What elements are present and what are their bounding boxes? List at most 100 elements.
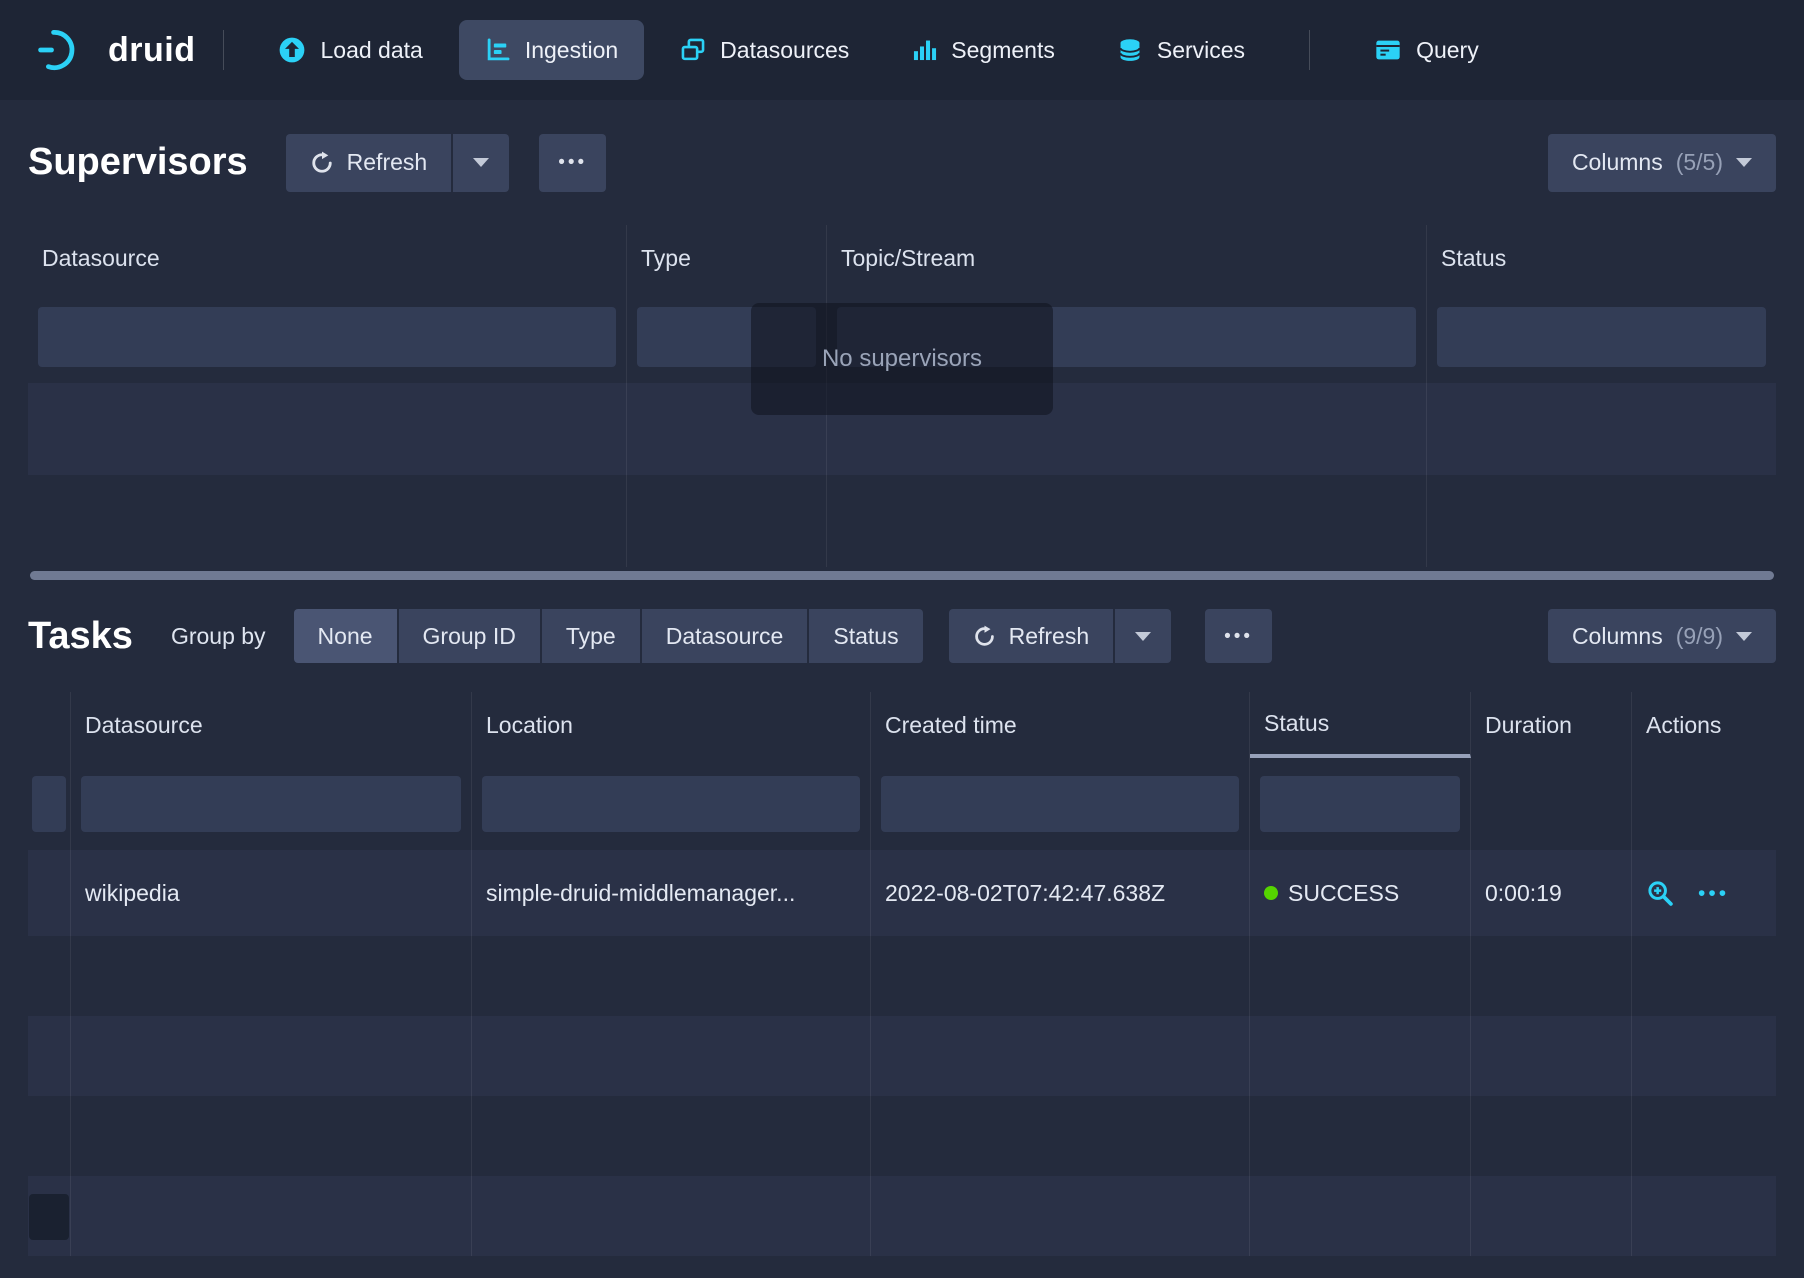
tasks-refresh-caret-button[interactable] [1115, 609, 1171, 663]
supervisors-status-filter-input[interactable] [1437, 307, 1766, 367]
empty-cell [871, 1096, 1250, 1176]
tasks-narrow-filter-input[interactable] [32, 776, 66, 832]
filter-cell [1250, 758, 1471, 850]
empty-cell [1632, 936, 1776, 1016]
main-navigation: Load data Ingestion Datasources [252, 20, 1504, 80]
tasks-columns-button[interactable]: Columns (9/9) [1548, 609, 1776, 663]
chevron-down-icon [1736, 632, 1752, 641]
empty-cell [871, 1016, 1250, 1096]
tasks-table: Datasource Location Created time Status … [28, 692, 1776, 1256]
horizontal-resize-scrollbar[interactable] [30, 571, 1774, 580]
no-supervisors-message: No supervisors [751, 303, 1053, 415]
nav-label-datasources: Datasources [720, 37, 849, 64]
header-topic-stream[interactable]: Topic/Stream [827, 225, 1427, 291]
empty-cell [28, 383, 627, 475]
filter-cell [1427, 291, 1776, 383]
group-by-status-button[interactable]: Status [809, 609, 922, 663]
tab-query[interactable]: Query [1348, 20, 1505, 80]
task-row-wikipedia[interactable]: wikipedia simple-druid-middlemanager... … [28, 850, 1776, 936]
empty-cell [1632, 1176, 1776, 1256]
tasks-status-filter-input[interactable] [1260, 776, 1460, 832]
druid-logo-icon [38, 27, 92, 73]
nav-label-query: Query [1416, 37, 1479, 64]
empty-cell [1250, 936, 1471, 1016]
empty-cell [71, 936, 472, 1016]
pinned-column-scroll-thumb[interactable] [29, 1194, 69, 1240]
tasks-datasource-filter-input[interactable] [81, 776, 461, 832]
tasks-filter-row [28, 758, 1776, 850]
supervisors-more-button[interactable]: ••• [539, 134, 606, 192]
empty-cell [71, 1096, 472, 1176]
refresh-label: Refresh [1009, 623, 1090, 650]
tasks-section: Tasks Group by None Group ID Type Dataso… [0, 580, 1804, 1256]
header-type[interactable]: Type [627, 225, 827, 291]
tab-ingestion[interactable]: Ingestion [459, 20, 644, 80]
cell-actions: ••• [1632, 850, 1776, 936]
empty-cell [28, 475, 627, 567]
columns-count: (5/5) [1676, 149, 1723, 176]
columns-label: Columns [1572, 623, 1663, 650]
more-icon: ••• [558, 153, 587, 172]
header-datasource[interactable]: Datasource [28, 225, 627, 291]
chevron-down-icon [1135, 632, 1151, 641]
group-by-type-button[interactable]: Type [542, 609, 640, 663]
header-datasource[interactable]: Datasource [71, 692, 472, 758]
filter-cell [1471, 758, 1632, 850]
empty-cell [1632, 1096, 1776, 1176]
empty-cell [627, 475, 827, 567]
tasks-title: Tasks [28, 615, 133, 658]
empty-cell [871, 1176, 1250, 1256]
tasks-location-filter-input[interactable] [482, 776, 860, 832]
tasks-empty-row [28, 1016, 1776, 1096]
logo-text: druid [108, 31, 195, 70]
empty-cell [1250, 1176, 1471, 1256]
chevron-down-icon [1736, 158, 1752, 167]
header-created-time[interactable]: Created time [871, 692, 1250, 758]
tasks-created-time-filter-input[interactable] [881, 776, 1239, 832]
empty-cell [472, 1176, 871, 1256]
chevron-down-icon [473, 158, 489, 167]
supervisors-refresh-button[interactable]: Refresh [286, 134, 452, 192]
empty-cell [1632, 1016, 1776, 1096]
group-by-datasource-button[interactable]: Datasource [642, 609, 808, 663]
empty-cell [1471, 1176, 1632, 1256]
empty-cell [472, 1096, 871, 1176]
tab-services[interactable]: Services [1091, 20, 1271, 80]
supervisors-datasource-filter-input[interactable] [38, 307, 616, 367]
empty-cell [28, 1096, 71, 1176]
magnify-task-icon[interactable] [1646, 879, 1674, 907]
supervisors-columns-button[interactable]: Columns (5/5) [1548, 134, 1776, 192]
tab-datasources[interactable]: Datasources [654, 20, 875, 80]
empty-cell [1471, 936, 1632, 1016]
navbar-divider-2 [1309, 30, 1310, 70]
query-icon [1374, 37, 1402, 63]
group-by-none-button[interactable]: None [294, 609, 397, 663]
druid-logo[interactable]: druid [38, 27, 195, 73]
empty-cell [1250, 1016, 1471, 1096]
supervisors-refresh-caret-button[interactable] [453, 134, 509, 192]
cell-location: simple-druid-middlemanager... [472, 850, 871, 936]
header-actions[interactable]: Actions [1632, 692, 1776, 758]
empty-cell [472, 1016, 871, 1096]
cell-duration: 0:00:19 [1471, 850, 1632, 936]
supervisors-section: Supervisors Refresh ••• Columns (5/5) [0, 100, 1804, 567]
header-status[interactable]: Status [1250, 692, 1471, 758]
header-status[interactable]: Status [1427, 225, 1776, 291]
group-by-label: Group by [171, 623, 266, 650]
group-by-group-id-button[interactable]: Group ID [399, 609, 540, 663]
header-duration[interactable]: Duration [1471, 692, 1632, 758]
tab-load-data[interactable]: Load data [252, 20, 448, 80]
row-spacer-cell [28, 850, 71, 936]
load-data-icon [278, 36, 306, 64]
header-location[interactable]: Location [472, 692, 871, 758]
refresh-label: Refresh [347, 149, 428, 176]
tasks-more-button[interactable]: ••• [1205, 609, 1272, 663]
tasks-refresh-group: Refresh [949, 609, 1172, 663]
cell-datasource: wikipedia [71, 850, 472, 936]
nav-label-ingestion: Ingestion [525, 37, 618, 64]
filter-cell [28, 291, 627, 383]
empty-cell [1250, 1096, 1471, 1176]
tasks-refresh-button[interactable]: Refresh [949, 609, 1114, 663]
task-actions-more-icon[interactable]: ••• [1698, 883, 1729, 904]
tab-segments[interactable]: Segments [885, 20, 1081, 80]
